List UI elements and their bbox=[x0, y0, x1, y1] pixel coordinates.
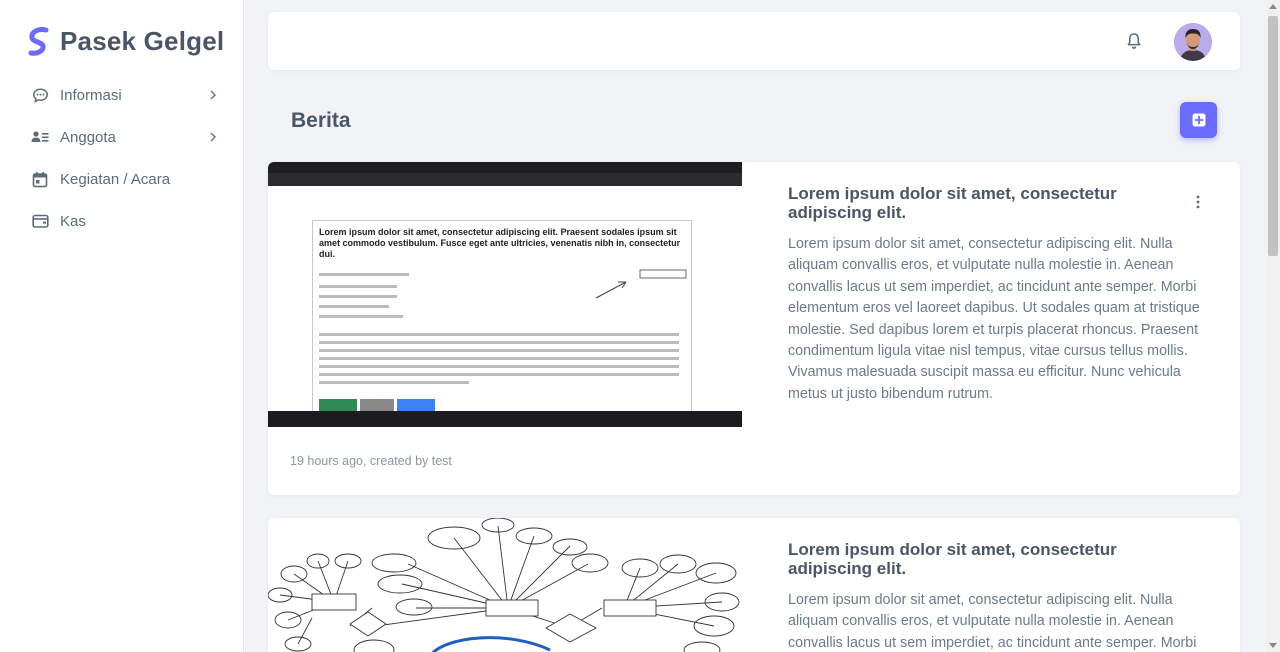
calendar-icon bbox=[31, 170, 49, 188]
scroll-up-icon[interactable] bbox=[1269, 4, 1277, 9]
sidebar-item-label: Kegiatan / Acara bbox=[60, 170, 171, 188]
sidebar-item-anggota[interactable]: Anggota bbox=[0, 116, 244, 158]
image-document: Lorem ipsum dolor sit amet, consectetur … bbox=[312, 220, 692, 416]
image-text-line bbox=[319, 373, 679, 376]
image-text-line bbox=[319, 357, 679, 360]
add-post-button[interactable] bbox=[1180, 102, 1217, 138]
image-taskbar bbox=[268, 411, 742, 427]
image-text-line bbox=[319, 315, 403, 318]
sidebar-menu: Informasi Anggota Kegiatan / Acara Kas bbox=[0, 74, 244, 242]
post-card: Lorem ipsum dolor sit amet, consectetur … bbox=[268, 162, 1240, 495]
more-vertical-icon[interactable] bbox=[1194, 194, 1202, 210]
image-annotation-arrow bbox=[595, 269, 687, 299]
sidebar-item-label: Kas bbox=[60, 212, 86, 230]
scrollbar-thumb[interactable] bbox=[1268, 16, 1278, 256]
image-text-line bbox=[319, 365, 679, 368]
image-text-line bbox=[319, 381, 469, 384]
post-meta: 19 hours ago, created by test bbox=[290, 454, 452, 468]
chevron-right-icon bbox=[210, 90, 217, 100]
image-browser-address-bar bbox=[268, 173, 742, 186]
sidebar-item-kas[interactable]: Kas bbox=[0, 200, 244, 242]
image-document-title: Lorem ipsum dolor sit amet, consectetur … bbox=[319, 227, 681, 259]
image-green-button bbox=[319, 399, 357, 411]
image-text-line bbox=[319, 341, 679, 344]
sidebar-item-kegiatan[interactable]: Kegiatan / Acara bbox=[0, 158, 244, 200]
page-scrollbar[interactable] bbox=[1266, 0, 1280, 652]
image-text-line bbox=[319, 333, 679, 336]
sidebar-item-informasi[interactable]: Informasi bbox=[0, 74, 244, 116]
user-avatar[interactable] bbox=[1174, 23, 1212, 61]
brand[interactable]: Pasek Gelgel bbox=[28, 26, 224, 57]
chevron-right-icon bbox=[210, 132, 217, 142]
image-blue-button bbox=[397, 399, 435, 411]
post-body: Lorem ipsum dolor sit amet, consectetur … bbox=[788, 236, 1200, 402]
post-image[interactable] bbox=[268, 518, 742, 652]
brand-logo-icon bbox=[28, 26, 49, 56]
sidebar-item-label: Anggota bbox=[60, 128, 116, 146]
wallet-icon bbox=[31, 212, 49, 230]
page-title: Berita bbox=[291, 109, 351, 132]
post-card: Lorem ipsum dolor sit amet, consectetur … bbox=[268, 518, 1240, 652]
post-title[interactable]: Lorem ipsum dolor sit amet, consectetur … bbox=[788, 540, 1188, 578]
image-gray-button bbox=[360, 399, 394, 411]
chat-icon bbox=[31, 86, 49, 104]
image-text-line bbox=[319, 295, 397, 298]
users-icon bbox=[31, 128, 49, 146]
scroll-down-icon[interactable] bbox=[1269, 643, 1277, 648]
sidebar: Pasek Gelgel Informasi Anggota Kegiatan … bbox=[0, 0, 244, 652]
image-text-line bbox=[319, 305, 389, 308]
image-text-line bbox=[319, 273, 409, 276]
brand-name: Pasek Gelgel bbox=[60, 26, 225, 56]
post-body: Lorem ipsum dolor sit amet, consectetur … bbox=[788, 592, 1197, 651]
post-image[interactable]: Lorem ipsum dolor sit amet, consectetur … bbox=[268, 162, 742, 427]
bell-icon[interactable] bbox=[1126, 32, 1142, 50]
sidebar-item-label: Informasi bbox=[60, 86, 122, 104]
image-text-line bbox=[319, 349, 679, 352]
image-browser-tabs bbox=[268, 162, 742, 173]
image-text-line bbox=[319, 285, 397, 288]
plus-square-icon bbox=[1192, 113, 1205, 127]
post-title[interactable]: Lorem ipsum dolor sit amet, consectetur … bbox=[788, 184, 1188, 222]
top-navbar bbox=[268, 12, 1240, 70]
